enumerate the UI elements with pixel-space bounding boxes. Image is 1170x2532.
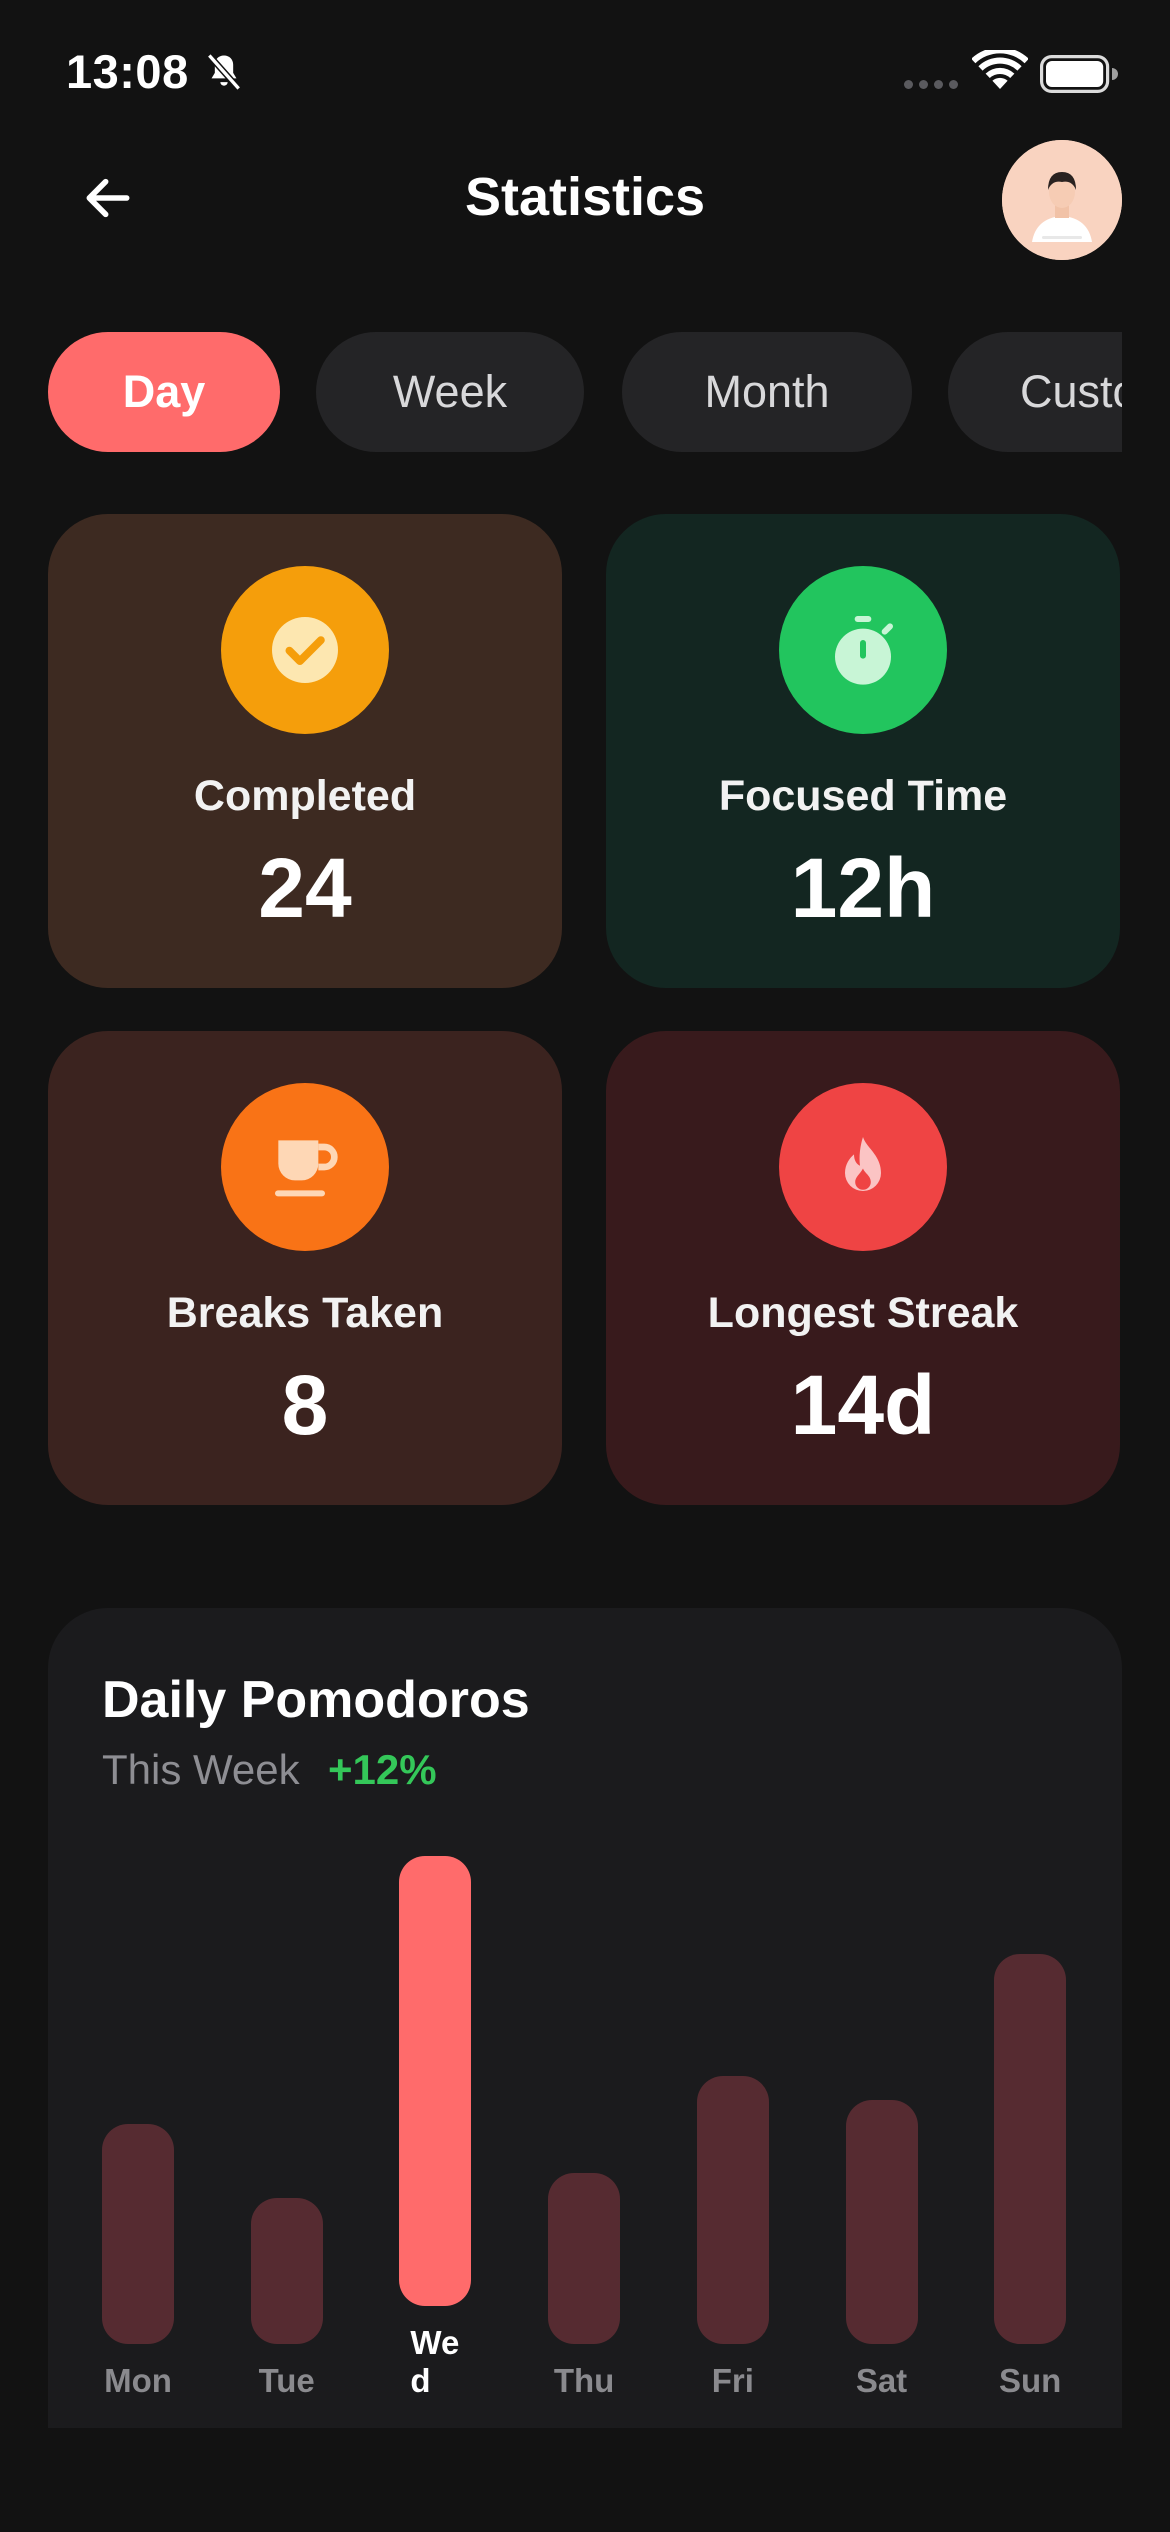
x-tick-label: Fri: [711, 2362, 754, 2399]
stat-card-focused-time[interactable]: Focused Time 12h: [606, 514, 1120, 988]
stat-label: Completed: [193, 772, 417, 820]
bar-thu[interactable]: [548, 2173, 621, 2344]
daily-pomodoros-card: Daily Pomodoros This Week +12% Mon Tue Wed…: [48, 1608, 1122, 2428]
tab-day[interactable]: Day: [48, 332, 280, 452]
x-tick-label: Sat: [855, 2362, 908, 2399]
stat-label: Longest Streak: [707, 1289, 1019, 1337]
x-tick-label: Mon: [104, 2362, 172, 2399]
bar-mon[interactable]: [102, 2124, 174, 2344]
stat-card-completed[interactable]: Completed 24: [48, 514, 562, 988]
x-tick-label: Thu: [553, 2362, 615, 2399]
wifi-icon: [972, 50, 1028, 89]
bar-chart: Mon Tue Wed Thu Fri Sat Sun: [48, 1608, 1122, 2428]
page-title: Statistics: [464, 167, 706, 227]
stopwatch-icon: [779, 566, 947, 734]
status-bar: 13:08: [0, 0, 1170, 140]
bar-sat[interactable]: [845, 2100, 918, 2344]
x-tick-label: Tue: [258, 2362, 315, 2399]
bar-fri[interactable]: [696, 2075, 769, 2344]
signal-strength-icon: [904, 80, 958, 89]
bar-wed[interactable]: [399, 1856, 472, 2306]
statistics-screen: 13:08 Statistics Day Week Month Cust Com…: [0, 0, 1170, 2532]
bar-sun[interactable]: [994, 1953, 1067, 2344]
tab-month[interactable]: Month: [622, 332, 912, 452]
avatar[interactable]: [1002, 140, 1122, 260]
avatar-person-icon: [1002, 140, 1122, 260]
coffee-cup-icon: [221, 1083, 389, 1251]
stat-label: Focused Time: [718, 772, 1008, 820]
x-tick-label: Wed: [410, 2324, 460, 2399]
bar-tue[interactable]: [250, 2197, 323, 2344]
x-tick-label: Sun: [999, 2362, 1062, 2399]
period-tabs: Day Week Month Custom: [48, 332, 1122, 454]
stat-label: Breaks Taken: [166, 1289, 444, 1337]
stat-value: 14d: [790, 1358, 936, 1452]
stat-card-breaks-taken[interactable]: Breaks Taken 8: [48, 1031, 562, 1505]
flame-icon: [779, 1083, 947, 1251]
check-circle-icon: [221, 566, 389, 734]
stat-value: 8: [281, 1358, 329, 1452]
tab-week[interactable]: Week: [316, 332, 584, 452]
status-time: 13:08: [66, 45, 189, 98]
stat-value: 12h: [790, 841, 936, 935]
battery-icon: [1040, 55, 1118, 93]
stat-value: 24: [258, 841, 352, 935]
stat-card-longest-streak[interactable]: Longest Streak 14d: [606, 1031, 1120, 1505]
bell-off-icon: [207, 53, 241, 91]
tab-custom[interactable]: Custom: [948, 332, 1122, 452]
